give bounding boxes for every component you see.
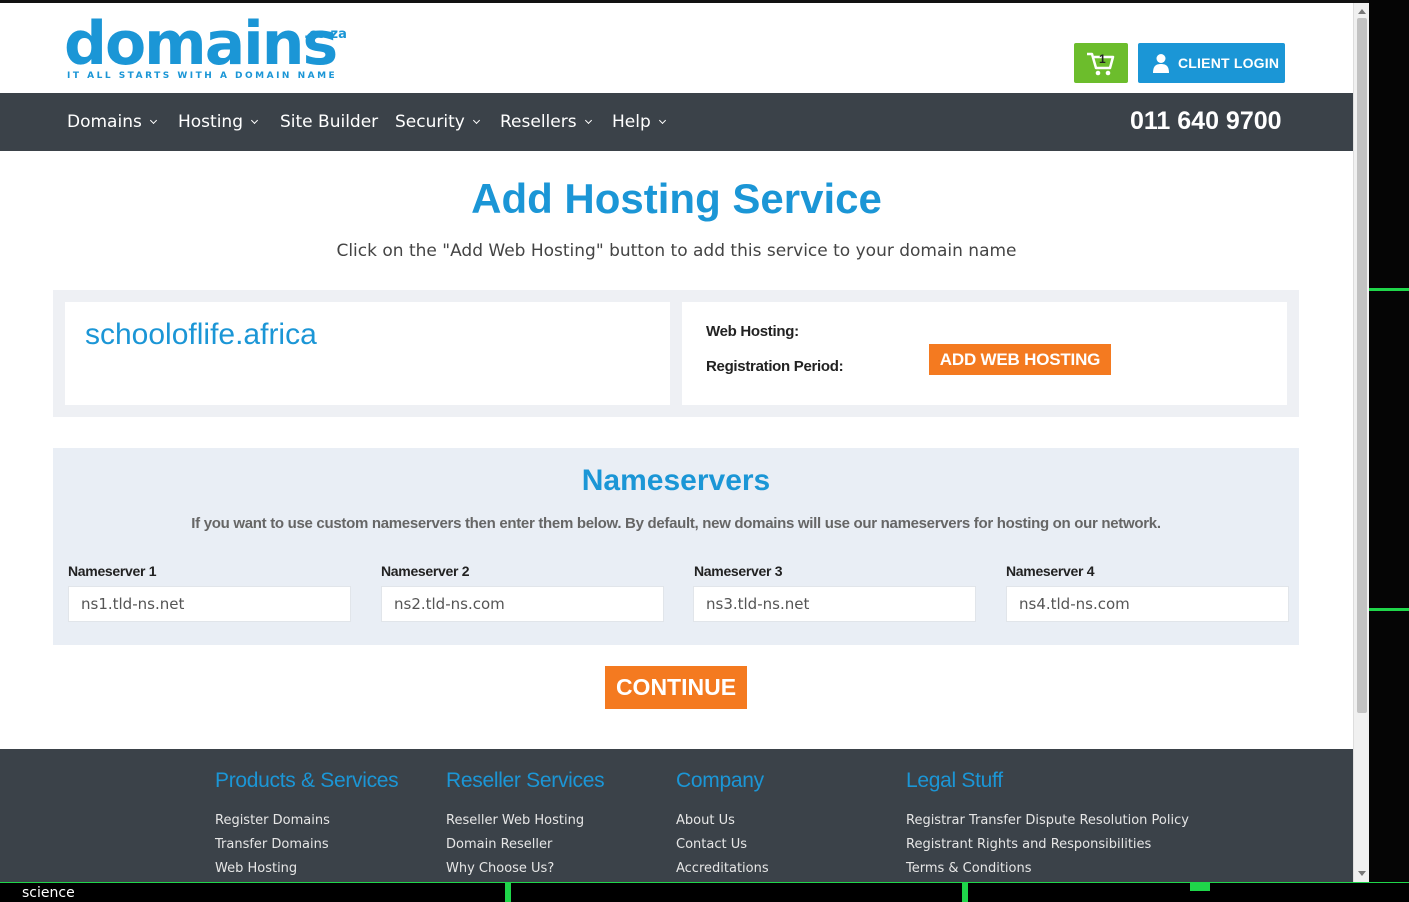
desktop-accent-line (1369, 288, 1409, 291)
footer-heading: Reseller Services (446, 769, 605, 792)
footer-link[interactable]: Transfer Domains (215, 833, 398, 857)
client-login-label: CLIENT LOGIN (1178, 55, 1280, 71)
nameservers-description: If you want to use custom nameservers th… (191, 515, 1161, 532)
add-web-hosting-button[interactable]: ADD WEB HOSTING (929, 344, 1111, 375)
taskbar: science (0, 882, 1409, 902)
phone-number[interactable]: 011 640 9700 (1130, 107, 1282, 136)
footer-link[interactable]: Why Choose Us? (446, 857, 604, 881)
hosting-panel: schooloflife.africa Web Hosting: Registr… (53, 290, 1299, 417)
taskbar-label: science (22, 885, 75, 901)
nav-item-label: Hosting (178, 112, 243, 132)
hosting-options-card: Web Hosting: Registration Period: ADD WE… (682, 302, 1287, 405)
footer-heading: Products & Services (215, 769, 399, 792)
scroll-down-icon[interactable] (1358, 871, 1366, 876)
web-hosting-label: Web Hosting: (706, 323, 799, 340)
browser-viewport: domains .co.za IT ALL STARTS WITH A DOMA… (0, 3, 1353, 882)
nav-item-label: Help (612, 112, 651, 132)
domain-card: schooloflife.africa (65, 302, 670, 405)
footer-link[interactable]: Web Hosting (215, 857, 398, 881)
nameserver-2-input[interactable] (381, 586, 664, 622)
nameserver-4-label: Nameserver 4 (1006, 563, 1095, 579)
nav-item-security[interactable]: Security (395, 112, 480, 132)
page-title: Add Hosting Service (471, 175, 882, 222)
nav-item-site-builder[interactable]: Site Builder (280, 112, 378, 132)
scroll-up-icon[interactable] (1358, 9, 1366, 14)
cart-count-badge: 1 (1099, 52, 1106, 66)
desktop-background (1369, 0, 1409, 902)
footer-link[interactable]: Registrant Rights and Responsibilities (906, 833, 1189, 857)
footer-column-reseller: Reseller Services Reseller Web Hosting D… (446, 769, 605, 881)
main-nav: Domains Hosting Site Builder Security Re… (0, 93, 1353, 151)
nameserver-3-label: Nameserver 3 (694, 563, 783, 579)
logo-tagline: IT ALL STARTS WITH A DOMAIN NAME (67, 71, 338, 81)
cart-button[interactable]: 1 (1074, 43, 1128, 83)
page-scrollbar[interactable] (1353, 3, 1369, 882)
taskbar-indicator (962, 883, 968, 902)
footer-link[interactable]: Registrar Transfer Dispute Resolution Po… (906, 809, 1189, 833)
nameserver-1-input[interactable] (68, 586, 351, 622)
nav-item-label: Site Builder (280, 112, 379, 132)
footer-column-products: Products & Services Register Domains Tra… (215, 769, 399, 881)
chevron-down-icon (584, 116, 592, 125)
nav-item-domains[interactable]: Domains (67, 112, 157, 132)
domain-name: schooloflife.africa (85, 318, 317, 351)
taskbar-indicator (505, 883, 511, 902)
nav-item-resellers[interactable]: Resellers (500, 112, 592, 132)
page-subtitle: Click on the "Add Web Hosting" button to… (336, 241, 1017, 261)
footer-heading: Legal Stuff (906, 769, 1003, 792)
footer-link[interactable]: Register Domains (215, 809, 398, 833)
footer-column-company: Company About Us Contact Us Accreditatio… (676, 769, 769, 881)
footer-link[interactable]: Reseller Web Hosting (446, 809, 604, 833)
footer-link[interactable]: Contact Us (676, 833, 769, 857)
chevron-down-icon (472, 116, 480, 125)
footer-heading: Company (676, 769, 764, 792)
nav-item-label: Security (395, 112, 465, 132)
nav-item-label: Domains (67, 112, 142, 132)
footer-link[interactable]: About Us (676, 809, 769, 833)
nav-item-label: Resellers (500, 112, 577, 132)
user-icon (1153, 54, 1169, 73)
chevron-down-icon (149, 116, 157, 125)
nav-item-hosting[interactable]: Hosting (178, 112, 259, 132)
site-header: domains .co.za IT ALL STARTS WITH A DOMA… (0, 3, 1353, 93)
footer-link[interactable]: Accreditations (676, 857, 769, 881)
desktop-accent-line (1369, 608, 1409, 611)
chevron-down-icon (658, 116, 666, 125)
nameserver-3-input[interactable] (693, 586, 976, 622)
nameserver-1-label: Nameserver 1 (68, 563, 157, 579)
taskbar-indicator (1190, 883, 1210, 891)
footer-link[interactable]: Domain Reseller (446, 833, 604, 857)
site-footer: Products & Services Register Domains Tra… (0, 749, 1353, 882)
footer-link[interactable]: Terms & Conditions (906, 857, 1189, 881)
nameservers-panel: Nameservers If you want to use custom na… (53, 448, 1299, 645)
nav-item-help[interactable]: Help (612, 112, 666, 132)
logo-tld: .co.za (304, 27, 347, 42)
continue-button[interactable]: CONTINUE (605, 666, 747, 709)
chevron-down-icon (250, 116, 259, 125)
nameserver-2-label: Nameserver 2 (381, 563, 470, 579)
site-logo[interactable]: domains .co.za IT ALL STARTS WITH A DOMA… (64, 9, 354, 85)
logo-wordmark: domains (64, 9, 338, 79)
client-login-button[interactable]: CLIENT LOGIN (1138, 43, 1285, 83)
nameserver-4-input[interactable] (1006, 586, 1289, 622)
registration-period-label: Registration Period: (706, 358, 844, 375)
footer-column-legal: Legal Stuff Registrar Transfer Dispute R… (906, 769, 1189, 881)
nameservers-title: Nameservers (581, 464, 771, 497)
scrollbar-thumb[interactable] (1357, 18, 1367, 713)
